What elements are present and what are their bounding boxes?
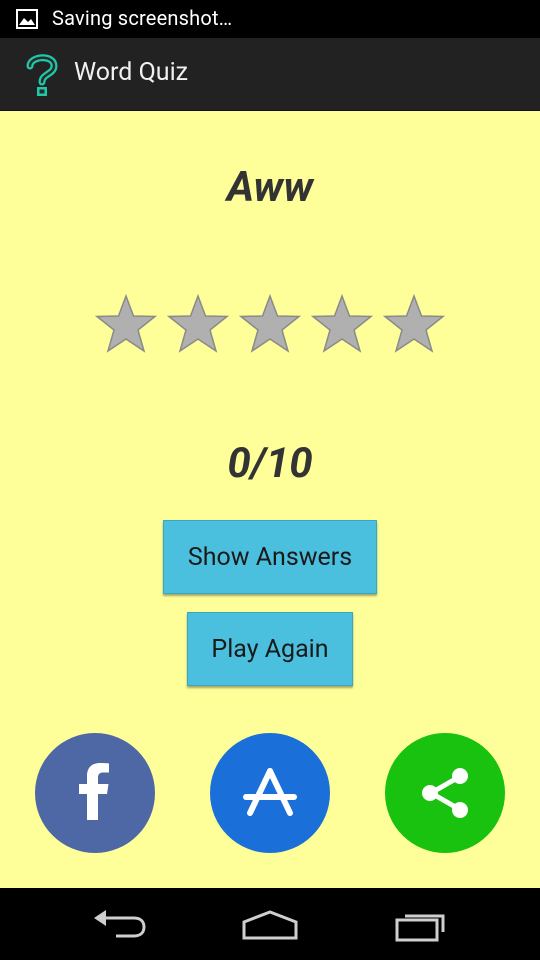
status-text: Saving screenshot… xyxy=(52,6,233,30)
star-rating xyxy=(95,294,445,354)
question-mark-icon xyxy=(20,50,64,102)
star-icon xyxy=(239,294,301,353)
star-icon xyxy=(95,294,157,353)
navigation-bar xyxy=(0,888,540,960)
facebook-share-button[interactable] xyxy=(35,733,155,853)
app-store-icon xyxy=(243,768,297,816)
action-bar: Word Quiz xyxy=(0,38,540,112)
share-icon xyxy=(422,768,468,818)
app-store-button[interactable] xyxy=(210,733,330,853)
play-again-button[interactable]: Play Again xyxy=(187,612,353,686)
result-word: Aww xyxy=(226,163,314,212)
share-button[interactable] xyxy=(385,733,505,853)
star-icon xyxy=(167,294,229,353)
status-bar: Saving screenshot… xyxy=(0,0,540,38)
image-icon xyxy=(16,9,38,33)
back-icon[interactable] xyxy=(90,904,148,948)
app-title: Word Quiz xyxy=(74,58,189,87)
score-text: 0/10 xyxy=(227,439,313,488)
result-screen: Aww 0/10 Show Answers Play Again xyxy=(0,111,540,888)
show-answers-button[interactable]: Show Answers xyxy=(163,520,377,594)
home-icon[interactable] xyxy=(240,904,300,948)
star-icon xyxy=(383,294,445,353)
star-icon xyxy=(311,294,373,353)
facebook-icon xyxy=(79,763,109,820)
recent-apps-icon[interactable] xyxy=(393,904,451,948)
